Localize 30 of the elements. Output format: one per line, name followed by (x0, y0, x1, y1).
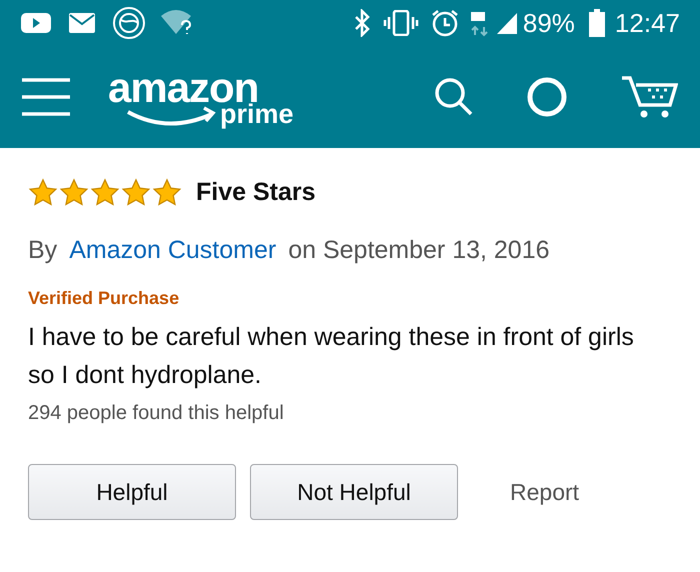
vote-button[interactable]: Not Helpful (250, 464, 458, 520)
battery-icon (588, 9, 605, 37)
signal-icon (494, 11, 519, 35)
ring-icon[interactable] (526, 76, 568, 118)
play-icon (20, 11, 52, 35)
clock: 12:47 (614, 6, 680, 40)
menu-icon[interactable] (22, 78, 70, 116)
search-icon[interactable] (434, 77, 474, 117)
review-text: I have to be careful when wearing these in front of girls so I dont hydroplane. (28, 322, 635, 391)
battery-percentage: 89% (522, 6, 575, 40)
vote-button[interactable]: Helpful (28, 464, 236, 520)
star-icon (90, 178, 120, 208)
vibrate-icon (382, 10, 419, 36)
star-icon (152, 178, 182, 208)
review-date: on September 13, 2016 (288, 234, 550, 266)
globe-icon (112, 6, 146, 40)
report-link[interactable]: Report (510, 474, 580, 510)
helpful-count: 294 people found this helpful (28, 401, 285, 426)
cart-icon[interactable] (622, 75, 678, 119)
star-icon (121, 178, 151, 208)
star-icon (59, 178, 89, 208)
alarm-icon (430, 9, 459, 37)
wifi-icon (160, 10, 194, 36)
bluetooth-icon (352, 9, 371, 37)
author-link[interactable]: Amazon Customer (69, 232, 276, 269)
mail-icon (68, 12, 96, 34)
review-title: Five Stars (196, 177, 316, 208)
star-icon (28, 178, 58, 208)
by-label: By (28, 234, 58, 266)
verified-purchase-label: Verified Purchase (28, 287, 180, 310)
